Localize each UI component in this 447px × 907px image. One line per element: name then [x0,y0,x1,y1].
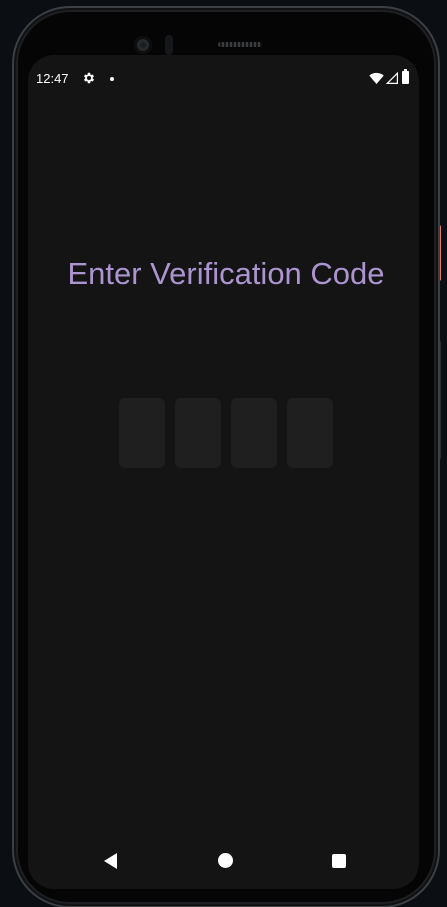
battery-icon [402,69,409,84]
sensor-icon [165,35,173,55]
gear-icon [83,72,95,84]
app-screen: 12:47 Enter Verification Code [28,55,419,889]
code-digit-2-input[interactable] [175,398,221,468]
back-icon[interactable] [104,853,117,869]
code-digit-4-input[interactable] [287,398,333,468]
code-digit-3-input[interactable] [231,398,277,468]
device-frame: 12:47 Enter Verification Code [0,0,447,907]
verification-code-inputs [119,398,333,468]
front-camera-icon [134,36,152,54]
home-icon[interactable] [218,853,233,868]
navigation-bar [28,833,419,889]
wifi-icon [369,72,384,84]
code-digit-1-input[interactable] [119,398,165,468]
recents-icon[interactable] [332,854,346,868]
signal-icon [386,72,398,84]
status-bar: 12:47 [28,55,419,103]
page-title: Enter Verification Code [67,256,385,291]
earpiece-speaker [218,42,262,47]
status-time: 12:47 [36,71,69,86]
notification-dot-icon [110,77,114,81]
